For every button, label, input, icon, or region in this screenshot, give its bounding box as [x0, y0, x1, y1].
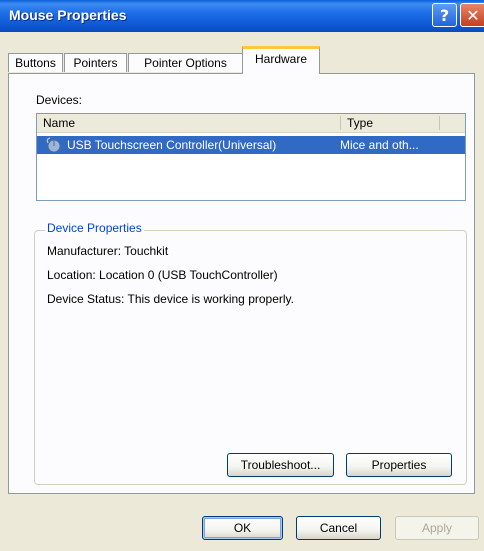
ok-button[interactable]: OK	[202, 516, 283, 540]
device-properties-legend: Device Properties	[45, 221, 144, 235]
device-type: Mice and oth...	[340, 138, 419, 152]
column-divider[interactable]	[340, 116, 341, 130]
column-header-name[interactable]: Name	[43, 116, 75, 130]
tab-hardware[interactable]: Hardware	[242, 46, 320, 74]
column-divider[interactable]	[439, 116, 440, 130]
tab-pointers[interactable]: Pointers	[64, 53, 127, 72]
device-row-usb-touchscreen[interactable]: USB Touchscreen Controller(Universal) Mi…	[37, 136, 465, 154]
cancel-button[interactable]: Cancel	[296, 516, 381, 540]
help-button[interactable]: ?	[432, 3, 457, 27]
close-button[interactable]: ✕	[460, 3, 484, 27]
tab-buttons[interactable]: Buttons	[8, 53, 63, 72]
manufacturer-text: Manufacturer: Touchkit	[47, 244, 169, 258]
mouse-icon	[46, 137, 61, 153]
device-name: USB Touchscreen Controller(Universal)	[67, 138, 277, 152]
device-status-text: Device Status: This device is working pr…	[47, 292, 294, 306]
devices-list-header: Name Type	[37, 114, 465, 133]
mouse-properties-dialog: Mouse Properties ? ✕ Buttons Pointers Po…	[0, 0, 484, 551]
window-title: Mouse Properties	[9, 7, 127, 23]
apply-button[interactable]: Apply	[395, 516, 479, 540]
location-text: Location: Location 0 (USB TouchControlle…	[47, 268, 278, 282]
title-bar[interactable]: Mouse Properties ? ✕	[0, 0, 484, 32]
devices-label: Devices:	[36, 93, 83, 107]
tab-pointer-options[interactable]: Pointer Options	[128, 53, 243, 72]
troubleshoot-button[interactable]: Troubleshoot...	[227, 453, 334, 477]
devices-list[interactable]: Name Type USB Touchscreen Controller(Uni…	[36, 113, 466, 201]
properties-button[interactable]: Properties	[346, 453, 452, 477]
column-header-type[interactable]: Type	[347, 116, 373, 130]
